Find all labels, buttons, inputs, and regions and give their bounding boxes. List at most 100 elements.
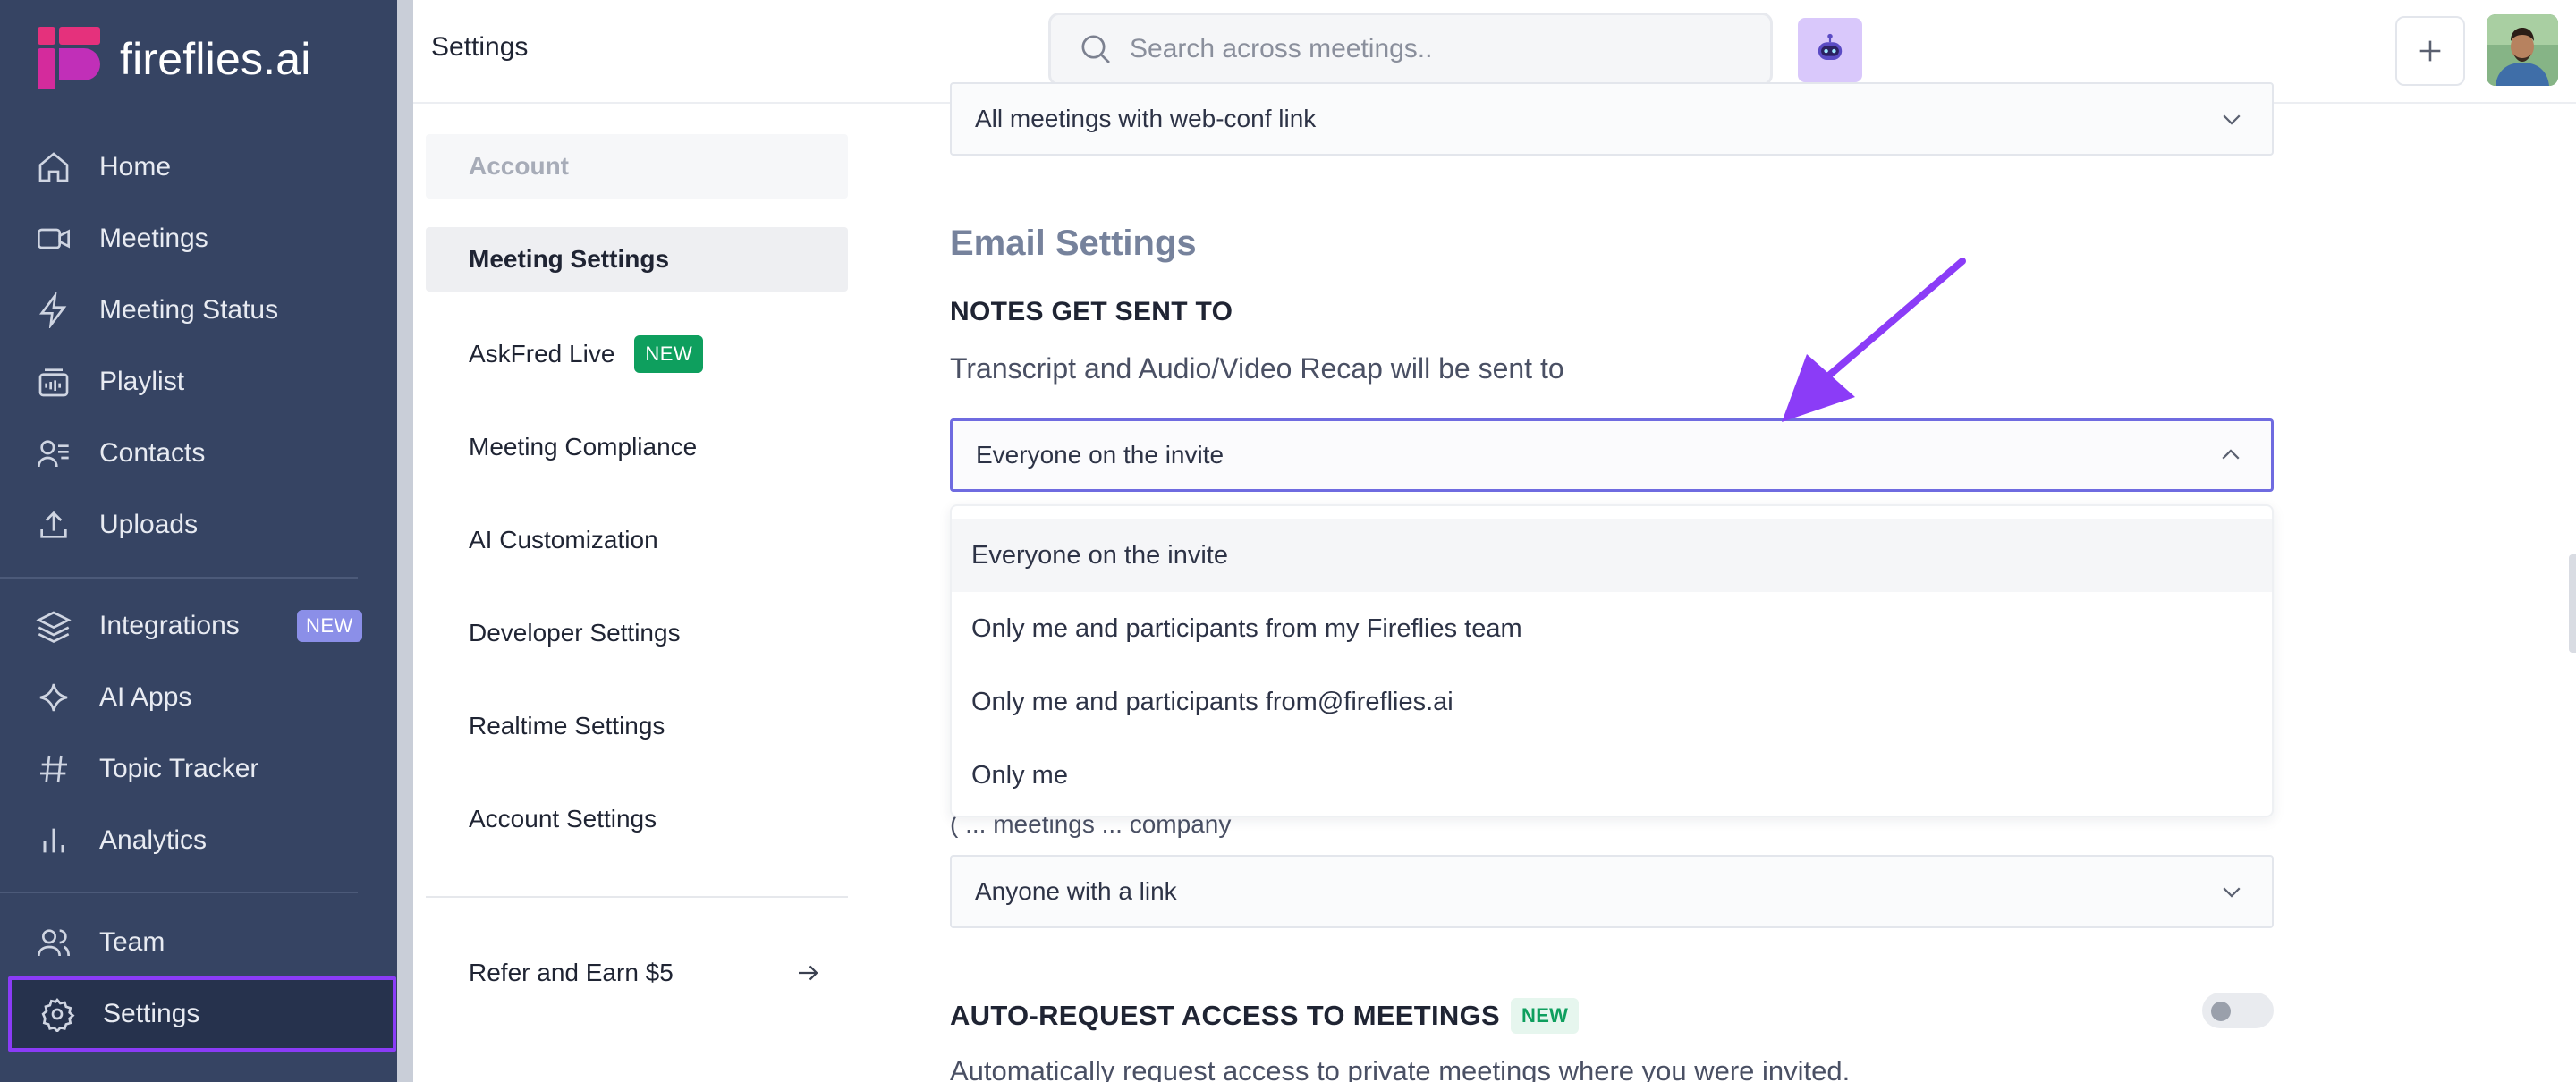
chevron-up-icon xyxy=(2222,449,2240,460)
nav-ai-apps[interactable]: AI Apps xyxy=(0,666,397,729)
new-badge: NEW xyxy=(634,335,704,373)
submenu-label: Developer Settings xyxy=(469,619,681,647)
brand-name: fireflies.ai xyxy=(120,34,311,84)
submenu-askfred-live[interactable]: AskFred Live NEW xyxy=(426,322,848,386)
nav-label: Playlist xyxy=(99,367,185,396)
nav-label: Analytics xyxy=(99,825,208,855)
auto-request-description: Automatically request access to private … xyxy=(950,1055,1851,1082)
nav-label: Home xyxy=(99,152,172,182)
nav-settings[interactable]: Settings xyxy=(8,976,396,1052)
notes-sent-to-heading: NOTES GET SENT TO xyxy=(950,297,1233,326)
transcript-access-select[interactable]: Anyone with a link xyxy=(950,855,2274,928)
user-avatar[interactable] xyxy=(2487,14,2558,86)
nav-playlist[interactable]: Playlist xyxy=(0,351,397,413)
option-label: Only me and participants from my Firefli… xyxy=(971,613,1522,643)
layers-icon xyxy=(36,608,72,644)
select-value: All meetings with web-conf link xyxy=(975,105,1317,132)
nav-topic-tracker[interactable]: Topic Tracker xyxy=(0,738,397,800)
dropdown-option[interactable]: Everyone on the invite xyxy=(952,519,2272,592)
submenu-meeting-compliance[interactable]: Meeting Compliance xyxy=(426,415,848,479)
email-settings-heading: Email Settings xyxy=(950,224,1197,263)
nav-label: Meetings xyxy=(99,224,208,253)
dropdown-option[interactable]: Only me and participants from@fireflies.… xyxy=(952,665,2272,739)
refer-and-earn-link[interactable]: Refer and Earn $5 xyxy=(426,941,848,1005)
nav-meetings[interactable]: Meetings xyxy=(0,207,397,270)
toggle-knob xyxy=(2211,1002,2231,1021)
nav-label: Uploads xyxy=(99,510,199,539)
submenu-ai-customization[interactable]: AI Customization xyxy=(426,508,848,572)
submenu-label: Refer and Earn $5 xyxy=(469,959,674,986)
notes-recipients-select[interactable]: Everyone on the invite xyxy=(950,418,2274,492)
nav-label: Contacts xyxy=(99,438,206,468)
search-box[interactable] xyxy=(1048,13,1773,86)
auto-request-toggle[interactable] xyxy=(2202,993,2274,1028)
add-button[interactable] xyxy=(2395,16,2465,86)
lightning-icon xyxy=(36,291,72,330)
sparkle-icon xyxy=(36,680,72,715)
submenu-developer-settings[interactable]: Developer Settings xyxy=(426,601,848,665)
search-icon xyxy=(1081,35,1110,63)
submenu-label: Account xyxy=(469,152,569,180)
playlist-icon xyxy=(36,364,72,400)
nav-contacts[interactable]: Contacts xyxy=(0,422,397,485)
nav-label: Integrations xyxy=(99,611,240,640)
submenu-label: Meeting Settings xyxy=(469,245,670,273)
submenu-label: AskFred Live xyxy=(469,340,615,368)
nav-team[interactable]: Team xyxy=(0,911,397,974)
nav-home[interactable]: Home xyxy=(0,136,397,199)
nav-label: Meeting Status xyxy=(99,295,279,325)
arrow-right-icon xyxy=(799,965,818,981)
chevron-down-icon xyxy=(2223,887,2241,898)
chevron-down-icon xyxy=(2223,114,2241,125)
submenu-account-settings[interactable]: Account Settings xyxy=(426,787,848,851)
nav-label: Team xyxy=(99,927,165,957)
option-label: Only me xyxy=(971,760,1068,790)
auto-request-heading: AUTO-REQUEST ACCESS TO MEETINGS NEW xyxy=(950,998,1580,1034)
notes-sent-to-description: Transcript and Audio/Video Recap will be… xyxy=(950,352,1564,385)
select-value: Anyone with a link xyxy=(975,877,1177,905)
submenu-divider xyxy=(426,896,848,898)
gear-icon xyxy=(39,996,75,1034)
new-badge: NEW xyxy=(1511,998,1580,1034)
dropdown-option[interactable]: Only me xyxy=(952,739,2272,812)
nav-label: Topic Tracker xyxy=(99,754,259,783)
notes-recipients-dropdown: Everyone on the invite Only me and parti… xyxy=(950,504,2274,817)
plus-icon xyxy=(2419,40,2441,62)
brand-logo[interactable]: fireflies.ai xyxy=(38,27,311,91)
submenu-realtime-settings[interactable]: Realtime Settings xyxy=(426,694,848,758)
nav-divider xyxy=(0,577,358,579)
settings-content: All meetings with web-conf link Email Se… xyxy=(887,82,2576,1082)
assistant-bot-button[interactable] xyxy=(1798,18,1862,82)
home-icon xyxy=(36,149,72,185)
page-title: Settings xyxy=(431,32,529,62)
bar-chart-icon xyxy=(36,823,72,858)
nav-meeting-status[interactable]: Meeting Status xyxy=(0,279,397,342)
robot-icon xyxy=(1818,33,1843,60)
search-input[interactable] xyxy=(1130,34,1738,64)
submenu-label: Account Settings xyxy=(469,805,657,833)
nav-integrations[interactable]: Integrations NEW xyxy=(0,595,397,657)
nav-analytics[interactable]: Analytics xyxy=(0,809,397,872)
upload-icon xyxy=(36,507,72,543)
option-label: Everyone on the invite xyxy=(971,540,1228,570)
avatar-photo xyxy=(2487,14,2558,86)
nav-divider xyxy=(0,892,358,893)
nav-uploads[interactable]: Uploads xyxy=(0,494,397,556)
submenu-label: AI Customization xyxy=(469,526,658,554)
fireflies-logo-icon xyxy=(38,27,100,89)
settings-submenu: Account Meeting Settings AskFred Live NE… xyxy=(413,104,887,1082)
meetings-join-select[interactable]: All meetings with web-conf link xyxy=(950,82,2274,156)
sidebar-scroll-edge xyxy=(397,0,413,1082)
nav-label: AI Apps xyxy=(99,682,192,712)
submenu-label: Meeting Compliance xyxy=(469,433,698,461)
hash-icon xyxy=(36,751,72,787)
option-label: Only me and participants from@fireflies.… xyxy=(971,687,1453,716)
submenu-section-account: Account xyxy=(426,134,848,199)
video-icon xyxy=(36,221,72,257)
side-feedback-tab[interactable] xyxy=(2569,554,2576,653)
submenu-meeting-settings[interactable]: Meeting Settings xyxy=(426,227,848,292)
submenu-label: Realtime Settings xyxy=(469,712,665,740)
dropdown-option[interactable]: Only me and participants from my Firefli… xyxy=(952,592,2272,665)
new-badge: NEW xyxy=(297,610,362,642)
left-sidebar: fireflies.ai Home Meetings Meeting Statu… xyxy=(0,0,397,1082)
